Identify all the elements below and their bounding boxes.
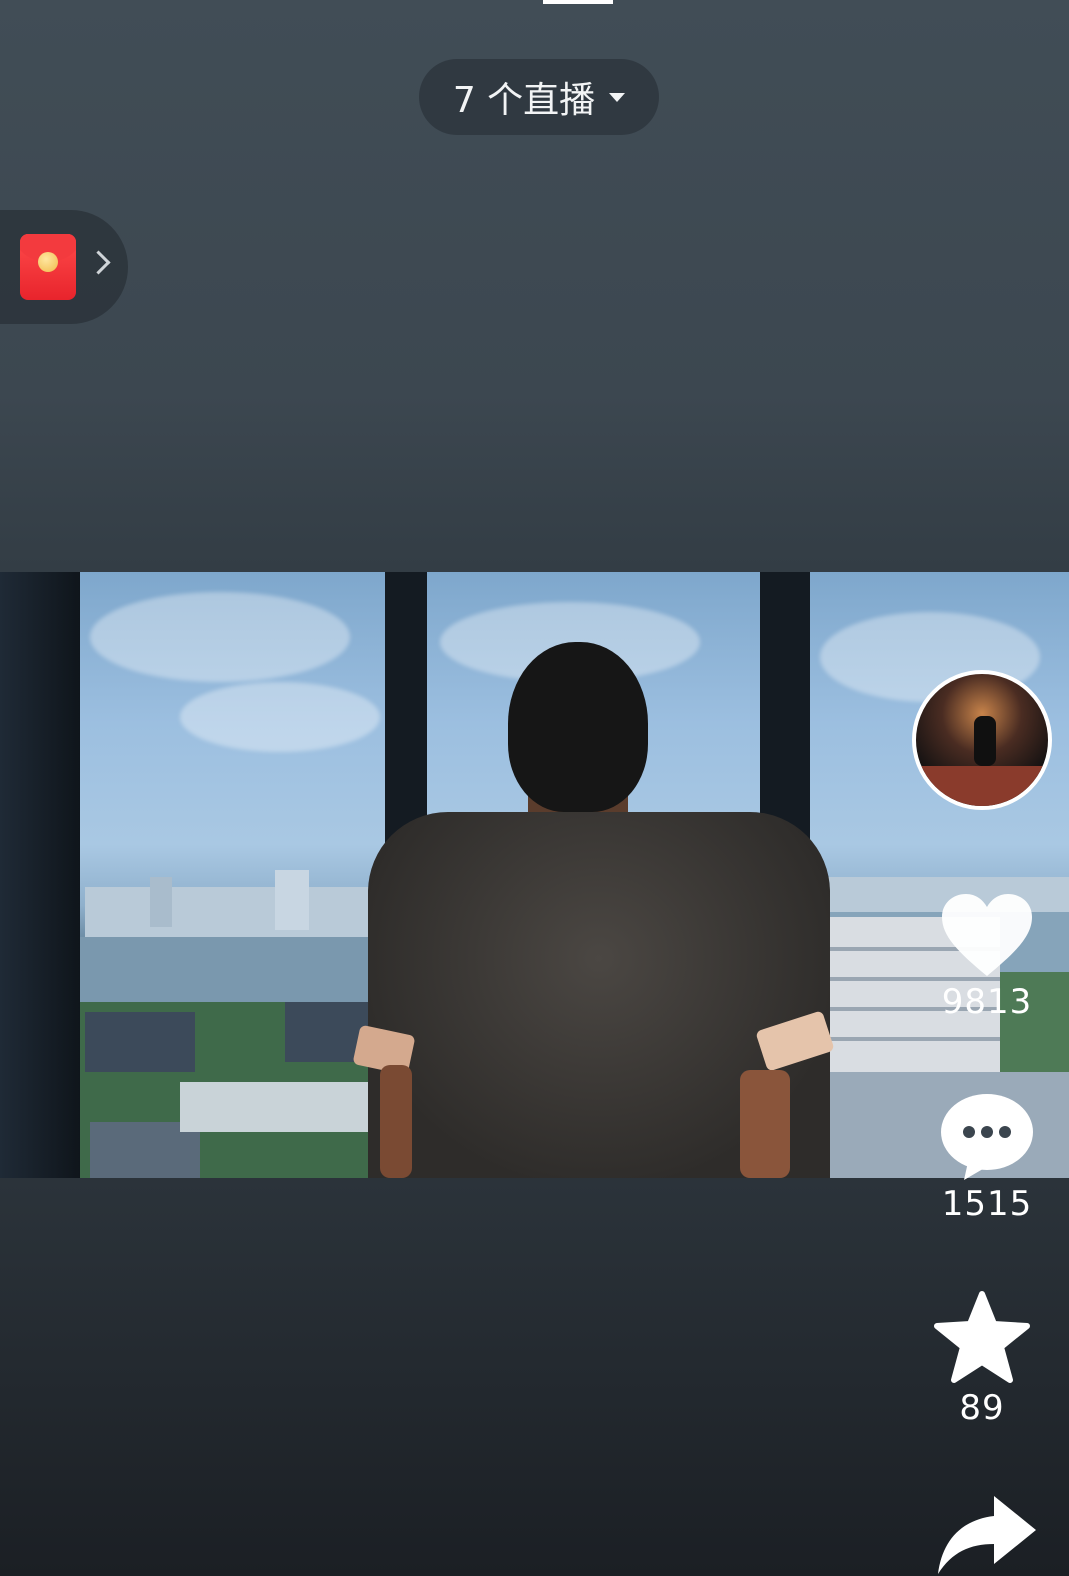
like-count: 9813 [941,982,1033,1022]
heart-icon [942,894,1032,976]
person-head [508,642,648,812]
favorite-button[interactable]: 89 [922,1290,1042,1428]
caret-down-icon [609,92,626,102]
favorite-count: 89 [959,1388,1005,1428]
red-packet-icon [20,234,76,300]
star-icon [934,1291,1030,1383]
comment-button[interactable]: 1515 [927,1090,1047,1224]
share-arrow-icon [938,1496,1036,1574]
comment-count: 1515 [941,1184,1033,1224]
share-button[interactable] [925,1490,1045,1576]
red-packet-entry[interactable] [0,210,128,324]
creator-avatar[interactable] [912,670,1052,810]
chevron-right-icon [86,250,111,275]
comment-bubble-icon [941,1094,1033,1180]
like-button[interactable]: 9813 [927,890,1047,1022]
live-count-dropdown[interactable]: 7 个直播 [419,59,659,135]
live-count-label: 7 个直播 [452,80,596,121]
top-tab-indicator [543,0,613,4]
